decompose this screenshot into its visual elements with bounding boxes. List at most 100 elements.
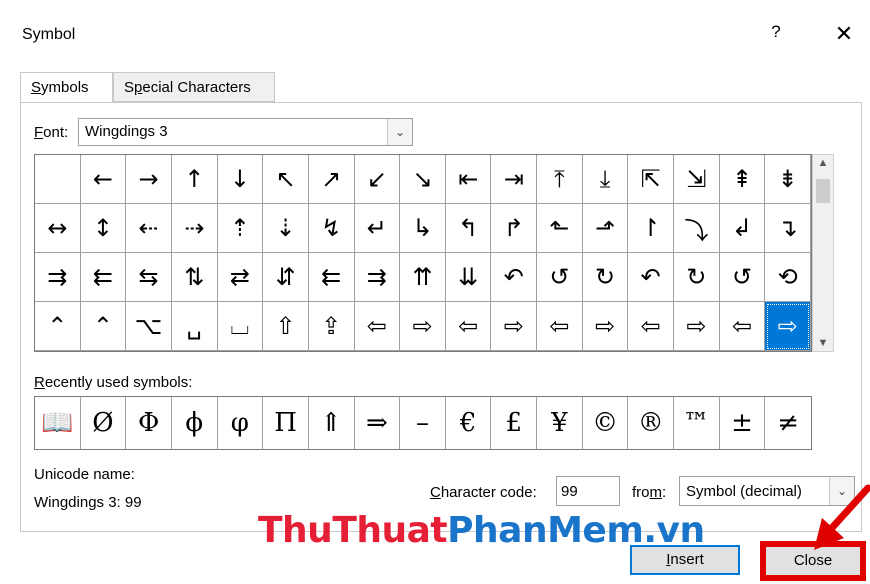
recent-symbol-cell[interactable]: © bbox=[583, 397, 629, 449]
recent-symbol-cell[interactable]: £ bbox=[491, 397, 538, 449]
recent-symbol-cell[interactable]: 📖 bbox=[35, 397, 81, 449]
recent-symbol-cell[interactable]: Ø bbox=[81, 397, 127, 449]
recent-symbol-cell[interactable]: ≠ bbox=[765, 397, 811, 449]
symbol-cell[interactable]: ↻ bbox=[582, 253, 629, 302]
scroll-down-icon[interactable]: ▼ bbox=[813, 337, 833, 349]
symbol-cell[interactable]: ⇦ bbox=[445, 302, 492, 351]
symbol-cell[interactable]: → bbox=[126, 155, 172, 204]
symbol-cell[interactable]: ↯ bbox=[308, 204, 355, 253]
symbol-cell[interactable]: ⇉ bbox=[354, 253, 401, 302]
recent-symbol-cell[interactable]: Φ bbox=[126, 397, 172, 449]
symbol-cell[interactable]: ⇨ bbox=[674, 302, 720, 351]
symbol-cell[interactable]: ⇤ bbox=[445, 155, 492, 204]
symbol-cell[interactable]: ⇦ bbox=[719, 302, 766, 351]
symbol-cell[interactable]: ⇦ bbox=[628, 302, 675, 351]
symbol-cell[interactable]: ↶ bbox=[628, 253, 675, 302]
symbol-cell[interactable]: ⇵ bbox=[263, 253, 309, 302]
tab-special-characters[interactable]: Special Characters bbox=[113, 72, 275, 102]
symbol-cell[interactable]: ↑ bbox=[171, 155, 218, 204]
recent-symbol-cell[interactable]: ¥ bbox=[537, 397, 583, 449]
symbol-cell[interactable]: ⤵ bbox=[674, 204, 720, 253]
symbol-cell[interactable]: ↙ bbox=[354, 155, 401, 204]
recent-symbol-cell[interactable]: ϕ bbox=[172, 397, 218, 449]
symbol-cell[interactable]: ⇧ bbox=[263, 302, 309, 351]
scroll-thumb[interactable] bbox=[816, 179, 830, 203]
symbol-cell[interactable]: ← bbox=[80, 155, 127, 204]
font-select[interactable]: Wingdings 3 ⌄ bbox=[78, 118, 413, 146]
symbol-cell[interactable]: ↻ bbox=[674, 253, 720, 302]
help-icon[interactable]: ? bbox=[766, 22, 786, 46]
symbol-cell[interactable]: ↗ bbox=[308, 155, 355, 204]
symbol-cell[interactable]: ↾ bbox=[628, 204, 675, 253]
symbol-cell[interactable]: ␣ bbox=[171, 302, 218, 351]
symbol-cell[interactable]: ↘ bbox=[400, 155, 446, 204]
symbol-cell[interactable]: ⇪ bbox=[308, 302, 355, 351]
symbol-cell[interactable]: ⇇ bbox=[308, 253, 355, 302]
symbol-cell[interactable]: ↕ bbox=[80, 204, 127, 253]
chevron-down-icon[interactable]: ⌄ bbox=[387, 119, 412, 145]
symbol-cell[interactable]: ⇣ bbox=[263, 204, 309, 253]
symbol-cell[interactable]: ⇱ bbox=[628, 155, 675, 204]
annotation-arrow-icon bbox=[814, 484, 870, 550]
symbol-cell[interactable]: ⇦ bbox=[354, 302, 401, 351]
symbol-cell[interactable]: ⇈ bbox=[400, 253, 446, 302]
symbol-cell[interactable]: ↺ bbox=[537, 253, 583, 302]
symbol-cell[interactable]: ↓ bbox=[217, 155, 264, 204]
symbol-cell[interactable]: ⇦ bbox=[537, 302, 583, 351]
symbol-cell[interactable]: ⇥ bbox=[491, 155, 538, 204]
symbol-cell[interactable]: ⇅ bbox=[171, 253, 218, 302]
tab-symbols[interactable]: Symbols bbox=[20, 72, 113, 103]
insert-button[interactable]: Insert bbox=[630, 545, 740, 575]
symbol-cell[interactable]: ⇲ bbox=[674, 155, 720, 204]
symbol-cell[interactable]: ⬑ bbox=[537, 204, 583, 253]
symbol-cell[interactable]: ⟲ bbox=[765, 253, 811, 302]
recent-symbol-cell[interactable]: Π bbox=[263, 397, 309, 449]
recent-symbol-cell[interactable]: ® bbox=[628, 397, 675, 449]
recent-symbol-cell[interactable]: ± bbox=[720, 397, 766, 449]
symbol-cell[interactable]: ↱ bbox=[491, 204, 538, 253]
symbol-cell[interactable]: ↰ bbox=[445, 204, 492, 253]
character-code-input[interactable] bbox=[556, 476, 620, 506]
recent-symbol-cell[interactable]: ™ bbox=[674, 397, 720, 449]
recent-symbol-cell[interactable]: – bbox=[400, 397, 446, 449]
recent-symbols-grid[interactable]: 📖 Ø Φϕ φ Π ⇑ ⇒ – € £ ¥ © ® ™ ± ≠ bbox=[34, 396, 812, 450]
symbol-cell[interactable]: ⇆ bbox=[126, 253, 172, 302]
symbol-cell[interactable]: ⇨ bbox=[491, 302, 538, 351]
close-icon[interactable]: ✕ bbox=[830, 20, 858, 48]
symbol-cell[interactable]: ⇡ bbox=[217, 204, 264, 253]
recent-symbol-cell[interactable]: € bbox=[446, 397, 492, 449]
symbol-cell[interactable]: ⌃ bbox=[35, 302, 81, 351]
symbol-cell[interactable]: ↳ bbox=[400, 204, 446, 253]
symbol-cell[interactable]: ⇟ bbox=[765, 155, 811, 204]
symbol-cell[interactable]: ⇉ bbox=[35, 253, 81, 302]
symbol-cell[interactable]: ⌃ bbox=[80, 302, 127, 351]
symbol-cell[interactable]: ⇠ bbox=[126, 204, 172, 253]
recent-symbol-cell[interactable]: ⇑ bbox=[309, 397, 355, 449]
symbol-cell[interactable]: ↖ bbox=[263, 155, 309, 204]
symbol-cell[interactable]: ⤓ bbox=[582, 155, 629, 204]
symbol-cell[interactable]: ⇇ bbox=[80, 253, 127, 302]
symbol-grid-scrollbar[interactable]: ▲ ▼ bbox=[812, 154, 834, 352]
symbol-cell[interactable]: ⇄ bbox=[217, 253, 264, 302]
symbol-cell-selected[interactable]: ⇨ bbox=[765, 302, 811, 351]
symbol-cell[interactable]: ⇨ bbox=[582, 302, 629, 351]
symbol-cell[interactable]: ⇨ bbox=[400, 302, 446, 351]
symbol-cell[interactable]: ⤒ bbox=[537, 155, 583, 204]
symbol-cell[interactable]: ↵ bbox=[354, 204, 401, 253]
symbol-cell[interactable]: ⇢ bbox=[171, 204, 218, 253]
symbol-cell[interactable]: ↶ bbox=[491, 253, 538, 302]
symbol-grid[interactable]: ← → ↑ ↓ ↖ ↗ ↙ ↘ ⇤ ⇥ ⤒ ⤓ ⇱ ⇲ ⇞ ⇟ ↔ ↕ ⇠ ⇢ ⇡ ⇣ ↯ ↵ ↳ ↰ ↱ ⬑ ⬏ ↾ ⤵ ↲ ↴ ⇉ ⇇ ⇆ ⇅ ⇄ ⇵ ⇇… bbox=[34, 154, 812, 352]
symbol-cell[interactable]: ↺ bbox=[719, 253, 766, 302]
symbol-cell[interactable]: ↲ bbox=[719, 204, 766, 253]
symbol-cell[interactable]: ⇞ bbox=[719, 155, 766, 204]
scroll-up-icon[interactable]: ▲ bbox=[813, 157, 833, 169]
recent-symbol-cell[interactable]: φ bbox=[218, 397, 264, 449]
symbol-cell[interactable]: ⬏ bbox=[582, 204, 629, 253]
symbol-cell[interactable]: ↔ bbox=[35, 204, 81, 253]
symbol-cell[interactable]: ↴ bbox=[765, 204, 811, 253]
symbol-cell[interactable] bbox=[35, 155, 81, 204]
symbol-cell[interactable]: ⌥ bbox=[126, 302, 172, 351]
recent-symbol-cell[interactable]: ⇒ bbox=[355, 397, 401, 449]
symbol-cell[interactable]: ⌴ bbox=[217, 302, 264, 351]
symbol-cell[interactable]: ⇊ bbox=[445, 253, 492, 302]
